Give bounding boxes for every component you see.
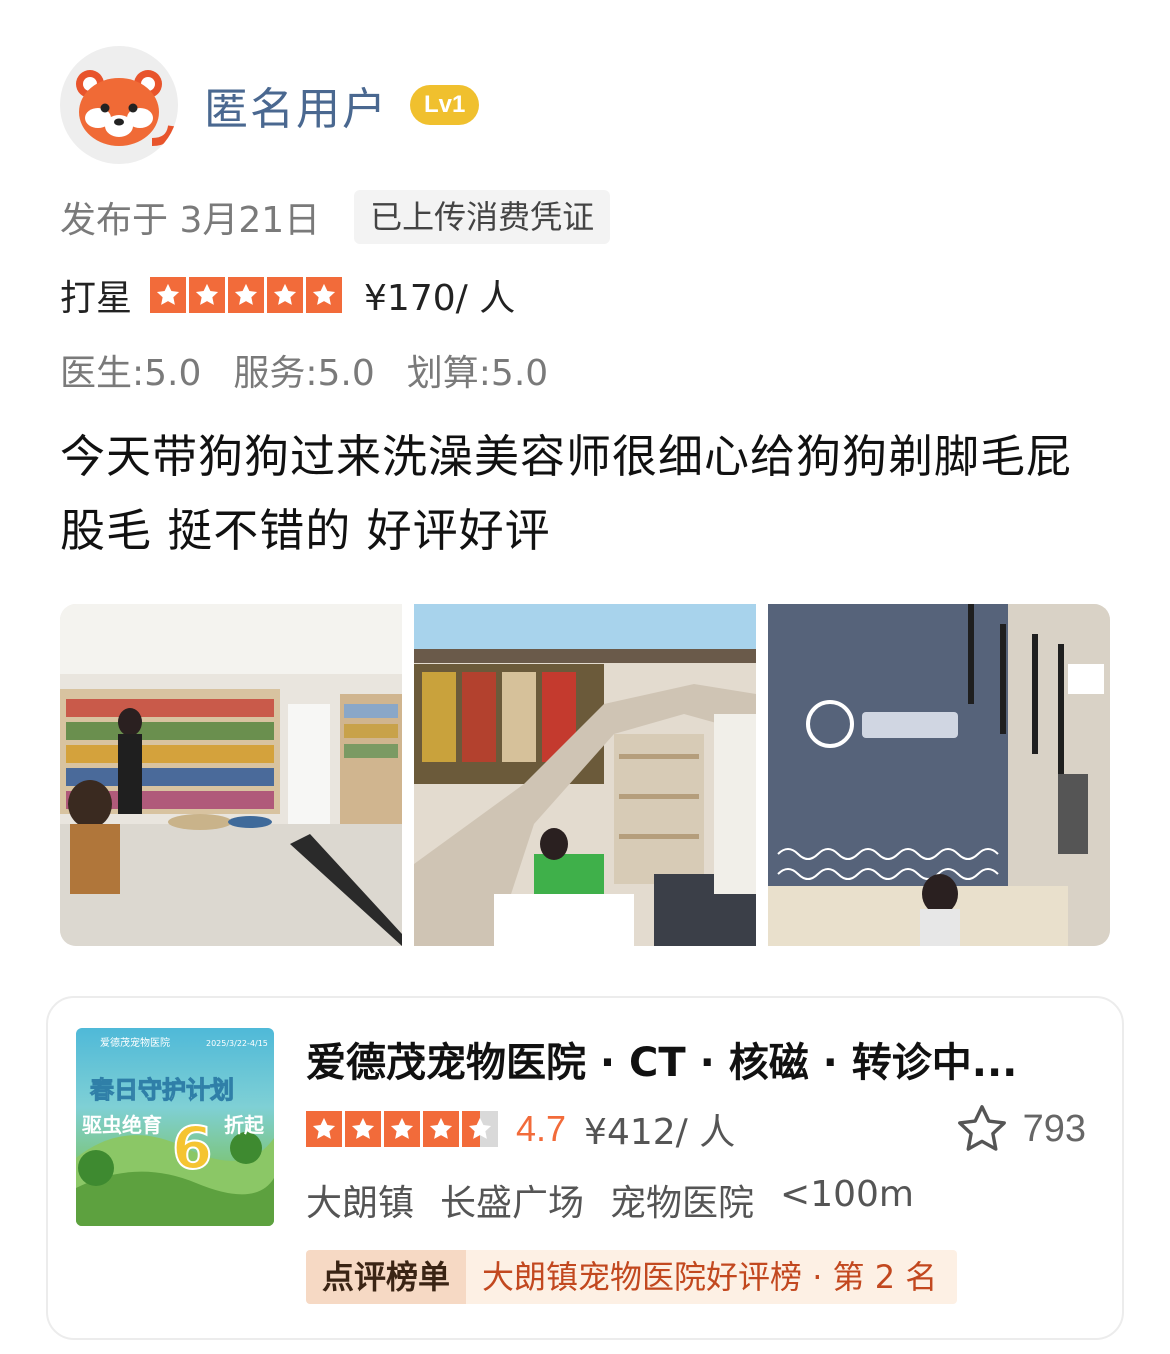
favorite-count: 793: [1022, 1107, 1086, 1150]
review-photo[interactable]: [414, 604, 756, 946]
promo-brand: 爱德茂宠物医院: [100, 1036, 170, 1049]
photo-gallery: [60, 604, 1110, 946]
location-plaza: 长盛广场: [440, 1183, 585, 1224]
sub-scores: 医生:5.0 服务:5.0 划算:5.0: [60, 344, 548, 396]
shop-score: 4.7: [516, 1108, 567, 1149]
shop-thumbnail[interactable]: 爱德茂宠物医院 2025/3/22-4/15 春日守护计划 驱虫绝育 6 折起: [76, 1028, 274, 1226]
promo-poster-image: 爱德茂宠物医院 2025/3/22-4/15 春日守护计划 驱虫绝育 6 折起: [76, 1036, 274, 1226]
star-icon: [150, 277, 187, 313]
review-photo[interactable]: [60, 604, 402, 946]
promo-discount: 6: [172, 1114, 212, 1182]
price-per-person: ¥170/ 人: [364, 278, 516, 319]
star-icon: [306, 277, 343, 313]
staircase-interior-image: [414, 604, 756, 946]
rating-stars: [150, 277, 343, 313]
star-icon: [306, 1111, 342, 1147]
review-photo[interactable]: [768, 604, 1110, 946]
ranking-text: 大朗镇宠物医院好评榜 · 第 2 名: [466, 1250, 958, 1304]
voucher-tag: 已上传消费凭证: [354, 190, 611, 244]
promo-date: 2025/3/22-4/15: [206, 1039, 268, 1048]
star-icon: [345, 1111, 381, 1147]
review-header: 匿名用户 Lv1: [60, 46, 480, 164]
ranking-badge: 点评榜单: [306, 1250, 467, 1304]
level-badge: Lv1: [410, 85, 480, 125]
promo-line: 驱虫绝育: [82, 1113, 162, 1137]
rating-label: 打星: [60, 278, 133, 319]
publish-date: 发布于 3月21日: [60, 200, 321, 241]
location-category: 宠物医院: [610, 1183, 755, 1224]
pet-store-interior-image: [60, 604, 402, 946]
reception-desk-image: [768, 604, 1110, 946]
shop-rating-row: 4.7 ¥412/ 人 793: [306, 1104, 1086, 1154]
meta-row: 发布于 3月21日 已上传消费凭证: [60, 190, 611, 244]
star-icon: [189, 277, 226, 313]
location-distance: <100m: [780, 1174, 914, 1215]
star-icon: [423, 1111, 459, 1147]
red-panda-avatar-icon: [76, 70, 176, 146]
promo-headline: 春日守护计划: [90, 1076, 234, 1104]
shop-rating-stars: [306, 1111, 498, 1147]
review-text: 今天带狗狗过来洗澡美容师很细心给狗狗剃脚毛屁股毛 挺不错的 好评好评: [60, 430, 1073, 557]
score-doctor: 医生:5.0: [60, 353, 202, 394]
star-icon: [384, 1111, 420, 1147]
promo-discount-suffix: 折起: [224, 1113, 265, 1137]
user-avatar[interactable]: [60, 46, 178, 164]
shop-location: 大朗镇 长盛广场 宠物医院 <100m: [306, 1174, 914, 1226]
shop-name[interactable]: 爱德茂宠物医院 · CT · 核磁 · 转诊中...: [306, 1030, 1066, 1088]
half-star-icon: [462, 1111, 498, 1147]
star-icon: [267, 277, 304, 313]
star-outline-icon: [957, 1105, 1006, 1151]
shop-card[interactable]: 爱德茂宠物医院 2025/3/22-4/15 春日守护计划 驱虫绝育 6 折起 …: [46, 996, 1124, 1340]
star-icon: [228, 277, 265, 313]
location-town: 大朗镇: [306, 1183, 415, 1224]
favorite-button[interactable]: 793: [953, 1104, 1086, 1154]
username[interactable]: 匿名用户: [204, 73, 388, 137]
score-service: 服务:5.0: [233, 353, 375, 394]
ranking-banner[interactable]: 点评榜单 大朗镇宠物医院好评榜 · 第 2 名: [306, 1250, 958, 1304]
rating-row: 打星 ¥170/ 人: [60, 270, 515, 320]
shop-price: ¥412/ 人: [584, 1112, 736, 1153]
score-value: 划算:5.0: [406, 353, 549, 394]
